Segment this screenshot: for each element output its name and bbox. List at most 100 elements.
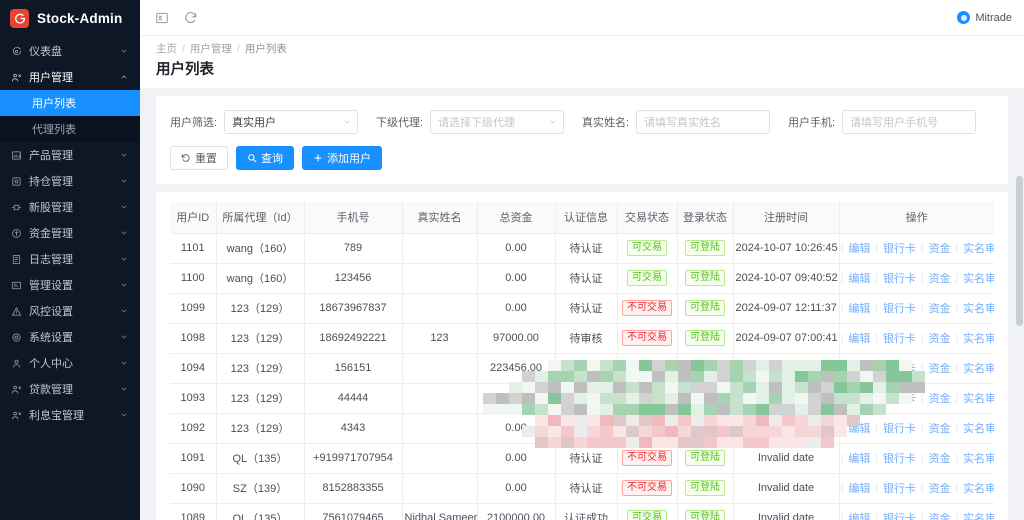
search-button[interactable]: 查询 — [236, 146, 294, 170]
operation-link-4[interactable]: 资金 — [924, 360, 956, 376]
user-phone-input[interactable]: 请填写用户手机号 — [842, 110, 976, 134]
operation-link-5[interactable]: 实名审核 — [958, 270, 994, 286]
sidebar-item-11[interactable]: 个人中心 — [0, 350, 140, 376]
cell-total-funds: 0.00 — [477, 233, 556, 264]
operation-link-3[interactable]: 银行卡 — [878, 480, 921, 496]
operation-link-5[interactable]: 实名审核 — [958, 450, 994, 466]
operation-link-3[interactable]: 银行卡 — [878, 390, 921, 406]
menu-fold-icon[interactable] — [154, 10, 169, 25]
status-badge-trade: 不可交易 — [622, 330, 672, 346]
operation-link-4[interactable]: 资金 — [924, 450, 956, 466]
operation-link-5[interactable]: 实名审核 — [958, 330, 994, 346]
sidebar-item-8[interactable]: 管理设置 — [0, 272, 140, 298]
operation-link-2[interactable]: 编辑 — [843, 450, 875, 466]
operation-link-4[interactable]: 资金 — [924, 390, 956, 406]
breadcrumb-item-1[interactable]: 主页 — [156, 43, 177, 55]
sidebar-subitem-1[interactable]: 用户列表 — [0, 90, 140, 116]
sidebar-item-1[interactable]: 仪表盘 — [0, 38, 140, 64]
operation-link-4[interactable]: 资金 — [924, 270, 956, 286]
risk-icon — [11, 306, 22, 317]
operation-link-2[interactable]: 编辑 — [843, 300, 875, 316]
breadcrumb-item-2[interactable]: 用户管理 — [190, 43, 232, 55]
operation-link-2[interactable]: 编辑 — [843, 360, 875, 376]
reset-button[interactable]: 重置 — [170, 146, 228, 170]
operation-link-2[interactable]: 编辑 — [843, 390, 875, 406]
sidebar-item-6[interactable]: 资金管理 — [0, 220, 140, 246]
operation-link-2[interactable]: 编辑 — [843, 270, 875, 286]
operation-link-5[interactable]: 实名审核 — [958, 360, 994, 376]
operation-link-4[interactable]: 资金 — [924, 420, 956, 436]
vertical-scrollbar[interactable] — [1016, 176, 1023, 520]
chevron-down-icon — [119, 229, 128, 238]
sidebar-item-4[interactable]: 持仓管理 — [0, 168, 140, 194]
sidebar-item-7[interactable]: 日志管理 — [0, 246, 140, 272]
sidebar-item-3[interactable]: 产品管理 — [0, 142, 140, 168]
operation-link-4[interactable]: 资金 — [924, 300, 956, 316]
real-name-input-value: 请填写真实姓名 — [644, 117, 722, 129]
chevron-down-icon — [119, 203, 128, 212]
operation-link-2[interactable]: 编辑 — [843, 330, 875, 346]
operation-link-5[interactable]: 实名审核 — [958, 390, 994, 406]
operation-link-3[interactable]: 银行卡 — [878, 360, 921, 376]
sidebar-item-2[interactable]: 用户管理 — [0, 64, 140, 90]
operation-link-5[interactable]: 实名审核 — [958, 510, 994, 520]
cell-login-status: 可登陆 — [677, 413, 734, 444]
cell-user-id: 1094 — [170, 353, 217, 384]
operation-link-3[interactable]: 银行卡 — [878, 450, 921, 466]
refresh-icon[interactable] — [183, 10, 198, 25]
operation-link-4[interactable]: 资金 — [924, 480, 956, 496]
sidebar-item-9[interactable]: 风控设置 — [0, 298, 140, 324]
user-phone-input-value: 请填写用户手机号 — [850, 117, 939, 129]
real-name-input[interactable]: 请填写真实姓名 — [636, 110, 770, 134]
chevron-down-icon — [119, 307, 128, 316]
sidebar-item-13[interactable]: 利息宝管理 — [0, 402, 140, 428]
operation-link-4[interactable]: 资金 — [924, 240, 956, 256]
operation-link-4[interactable]: 资金 — [924, 330, 956, 346]
operation-link-5[interactable]: 实名审核 — [958, 480, 994, 496]
operation-link-5[interactable]: 实名审核 — [958, 240, 994, 256]
sidebar-item-5[interactable]: 新股管理 — [0, 194, 140, 220]
sidebar-subitem-2[interactable]: 代理列表 — [0, 116, 140, 142]
sidebar-item-10[interactable]: 系统设置 — [0, 324, 140, 350]
cell-auth-info: 待认证 — [555, 443, 618, 474]
status-badge-login: 可登陆 — [685, 450, 725, 466]
cell-trade-status: 不可交易 — [617, 293, 678, 324]
status-badge-trade: 可交易 — [627, 270, 667, 286]
operation-link-4[interactable]: 资金 — [924, 510, 956, 520]
operation-links: 用户详情|编辑|银行卡|资金|实名审核|删除 — [841, 270, 994, 286]
operation-link-2[interactable]: 编辑 — [843, 510, 875, 520]
sub-agent-select[interactable]: 请选择下级代理 — [430, 110, 564, 134]
column-header-7: 交易状态 — [617, 202, 678, 234]
cell-real-name — [402, 443, 478, 474]
operation-link-2[interactable]: 编辑 — [843, 480, 875, 496]
operation-link-5[interactable]: 实名审核 — [958, 420, 994, 436]
sidebar-item-12[interactable]: 贷款管理 — [0, 376, 140, 402]
cell-trade-status: 可交易 — [617, 503, 678, 520]
operation-link-5[interactable]: 实名审核 — [958, 300, 994, 316]
sidebar-item-label: 利息宝管理 — [29, 410, 84, 422]
user-filter-select[interactable]: 真实用户 — [224, 110, 358, 134]
brand-logo[interactable]: Stock-Admin — [0, 0, 140, 36]
chart-icon — [11, 150, 22, 161]
operation-link-3[interactable]: 银行卡 — [878, 510, 921, 520]
content-scroll: 用户筛选: 真实用户 下级代理: 请选择下级代理 真实姓名: 请填写真实姓名 用户手机: 请填… — [140, 88, 1024, 520]
scrollbar-thumb[interactable] — [1016, 176, 1023, 326]
operation-link-3[interactable]: 银行卡 — [878, 240, 921, 256]
operation-link-3[interactable]: 银行卡 — [878, 420, 921, 436]
user-menu[interactable]: Mitrade — [957, 11, 1012, 24]
operation-link-2[interactable]: 编辑 — [843, 420, 875, 436]
cell-trade-status: 不可交易 — [617, 323, 678, 354]
operation-link-2[interactable]: 编辑 — [843, 240, 875, 256]
status-badge-login: 可登陆 — [685, 510, 725, 520]
loan-icon — [11, 384, 22, 395]
cell-user-id: 1093 — [170, 383, 217, 414]
sidebar-item-label: 日志管理 — [29, 254, 73, 266]
add-user-button[interactable]: 添加用户 — [302, 146, 382, 170]
app-logo-icon — [10, 8, 29, 28]
operation-link-3[interactable]: 银行卡 — [878, 300, 921, 316]
cell-trade-status: 可交易 — [617, 383, 678, 414]
operation-link-3[interactable]: 银行卡 — [878, 270, 921, 286]
operation-link-3[interactable]: 银行卡 — [878, 330, 921, 346]
operation-links: 用户详情|编辑|银行卡|资金|实名审核|删除 — [841, 300, 994, 316]
reset-icon — [181, 153, 191, 163]
